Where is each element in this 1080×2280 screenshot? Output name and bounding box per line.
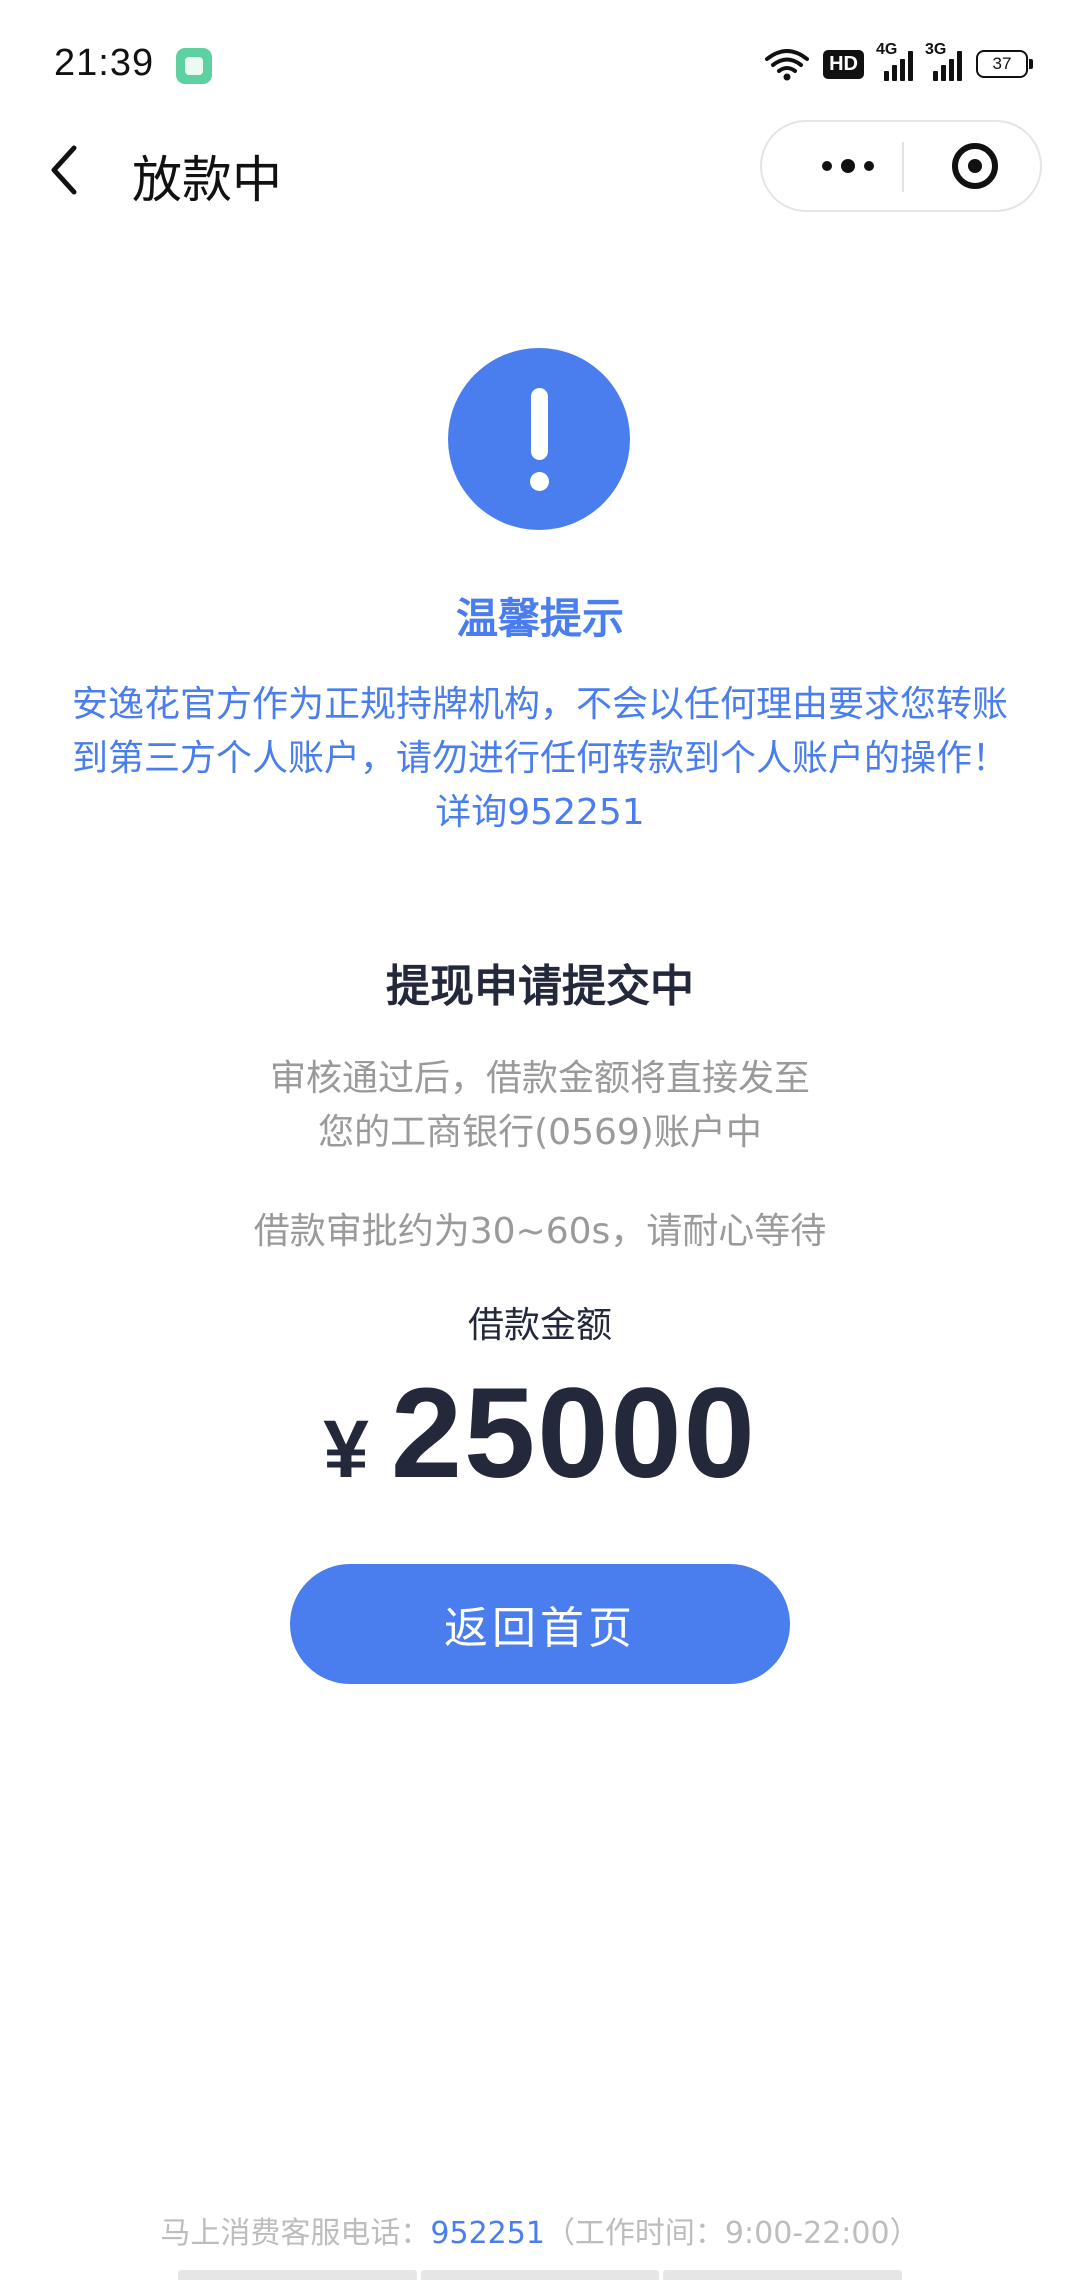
wait-note: 借款审批约为30~60s，请耐心等待 xyxy=(253,1211,827,1252)
service-phone-link[interactable]: 952251 xyxy=(430,2216,545,2251)
status-bar: 21:39 HD 4G 3G 37 xyxy=(0,0,1080,130)
status-line-1: 审核通过后，借款金额将直接发至 xyxy=(269,1058,810,1099)
signal-4g-icon: 4G xyxy=(876,41,913,81)
mini-program-capsule xyxy=(760,120,1042,212)
amount-value: 25000 xyxy=(390,1362,757,1505)
close-mini-program-icon[interactable] xyxy=(952,143,998,189)
wifi-icon xyxy=(765,49,810,81)
notice-body: 安逸花官方作为正规持牌机构，不会以任何理由要求您转账到第三方个人账户，请勿进行任… xyxy=(71,684,1008,833)
nav-bar: 放款中 xyxy=(0,120,1080,220)
loan-amount: ¥ 25000 xyxy=(0,1360,1080,1507)
more-dot-icon xyxy=(864,161,874,171)
notice-title: 温馨提示 xyxy=(455,594,624,643)
capsule-divider xyxy=(902,142,904,192)
status-title: 提现申请提交中 xyxy=(386,961,694,1012)
page-title: 放款中 xyxy=(132,151,282,209)
exclamation-icon xyxy=(448,348,630,530)
footer-hours: （工作时间：9:00-22:00） xyxy=(544,2216,920,2251)
app-notification-icon xyxy=(176,48,212,84)
hd-voice-icon: HD xyxy=(823,49,864,79)
more-dot-icon xyxy=(822,161,832,171)
back-arrow-icon[interactable] xyxy=(44,142,84,198)
status-icons: HD 4G 3G 37 xyxy=(765,41,1033,84)
battery-icon: 37 xyxy=(976,50,1033,78)
signal-3g-icon: 3G xyxy=(925,41,962,81)
currency-symbol: ¥ xyxy=(323,1404,369,1495)
customer-service-footer: 马上消费客服电话：952251（工作时间：9:00-22:00） xyxy=(0,2208,1080,2252)
bottom-tab-edge xyxy=(178,2270,903,2280)
status-line-2: 您的工商银行(0569)账户中 xyxy=(318,1112,762,1153)
more-menu-button[interactable] xyxy=(798,122,898,210)
footer-prefix: 马上消费客服电话： xyxy=(160,2216,431,2251)
status-time: 21:39 xyxy=(54,42,155,84)
battery-level: 37 xyxy=(992,54,1012,73)
more-dot-icon xyxy=(841,159,855,173)
loan-amount-label: 借款金额 xyxy=(467,1305,612,1346)
back-to-home-button[interactable]: 返回首页 xyxy=(290,1564,790,1684)
status-description: 审核通过后，借款金额将直接发至 您的工商银行(0569)账户中 xyxy=(140,1052,940,1160)
